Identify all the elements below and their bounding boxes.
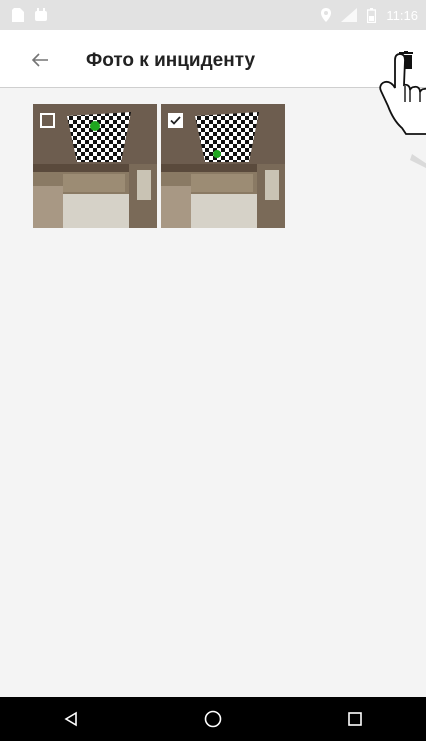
back-button[interactable] bbox=[26, 46, 54, 74]
arrow-left-icon bbox=[31, 53, 48, 67]
location-icon bbox=[321, 8, 332, 22]
back-triangle-icon bbox=[64, 711, 77, 727]
battery-icon bbox=[367, 7, 377, 23]
status-right: 11:16 bbox=[321, 7, 418, 23]
photo-checkbox[interactable] bbox=[40, 113, 55, 128]
status-bar: 11:16 bbox=[0, 0, 426, 30]
app-bar: Фото к инциденту bbox=[0, 30, 426, 88]
signal-icon bbox=[341, 8, 358, 22]
marker-point bbox=[90, 121, 100, 131]
delete-button[interactable] bbox=[392, 46, 420, 74]
status-left bbox=[12, 8, 48, 22]
navigation-bar bbox=[0, 697, 426, 741]
android-icon bbox=[35, 8, 47, 21]
photo-thumbnail[interactable] bbox=[161, 104, 285, 228]
page-title: Фото к инциденту bbox=[86, 50, 256, 71]
sim-icon bbox=[12, 8, 24, 22]
home-circle-icon bbox=[204, 710, 222, 728]
status-time: 11:16 bbox=[386, 7, 418, 23]
photo-grid bbox=[33, 104, 285, 228]
checkmark-icon bbox=[170, 116, 181, 125]
photo-checkbox[interactable] bbox=[168, 113, 183, 128]
nav-home-button[interactable] bbox=[193, 699, 233, 739]
recents-square-icon bbox=[348, 712, 362, 726]
photo-thumbnail[interactable] bbox=[33, 104, 157, 228]
marker-point bbox=[213, 150, 221, 158]
nav-recents-button[interactable] bbox=[335, 699, 375, 739]
nav-back-button[interactable] bbox=[51, 699, 91, 739]
trash-icon bbox=[399, 51, 413, 69]
